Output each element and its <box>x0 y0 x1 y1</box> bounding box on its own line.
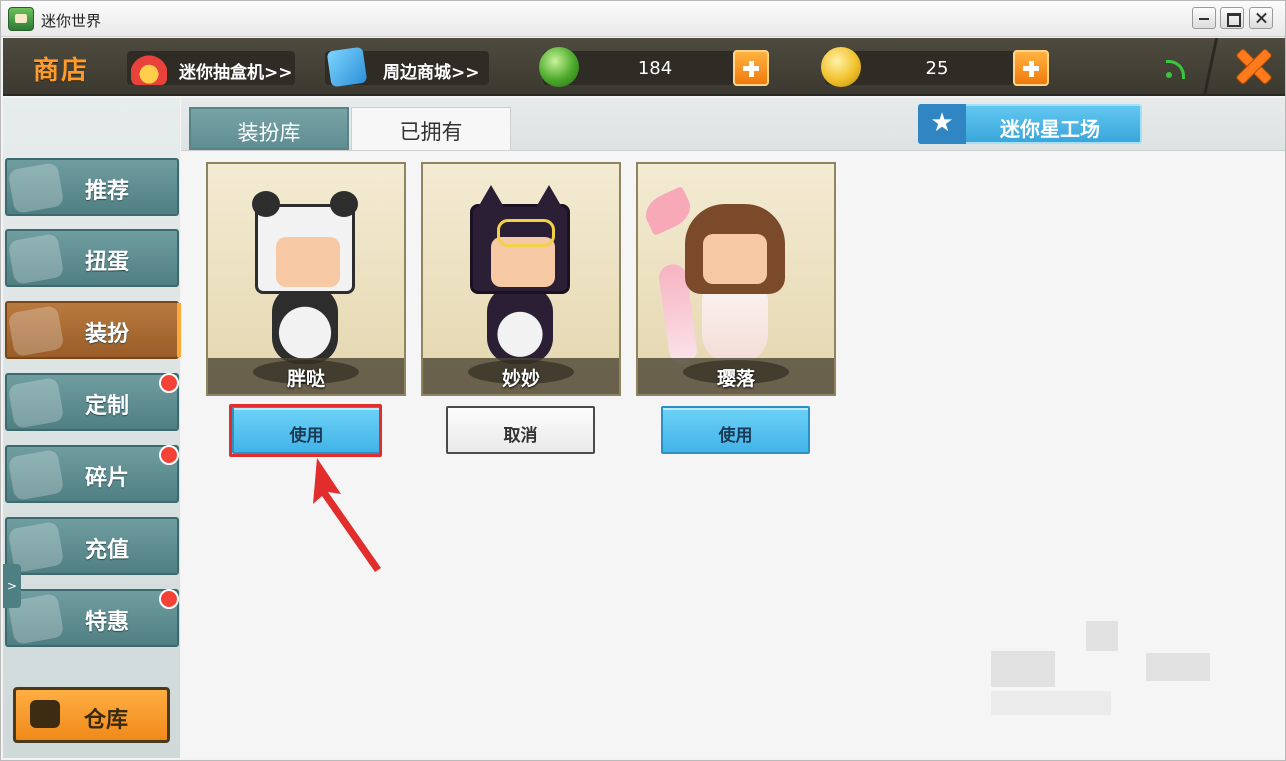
skin-name: 璎落 <box>716 368 755 390</box>
title-bar: 迷你世界 <box>1 1 1285 37</box>
mosaic-watermark <box>1086 621 1118 651</box>
gem-balance: 184 <box>539 47 769 87</box>
app-logo-icon <box>8 7 34 31</box>
notification-badge <box>159 445 179 465</box>
skin-name: 胖哒 <box>286 368 325 390</box>
gacha-machine-link[interactable]: 迷你抽盒机>> <box>127 49 295 85</box>
skin-name-band: 妙妙 <box>423 358 619 394</box>
shopping-bag-icon <box>326 46 368 88</box>
notification-badge <box>159 373 179 393</box>
sidebar: 推荐 扭蛋 装扮 定制 碎片 充值 特惠 <box>3 98 181 758</box>
sidebar-item-label: 特惠 <box>85 610 130 635</box>
mini-star-studio-button[interactable]: ★ 迷你星工场 <box>918 104 1142 144</box>
sidebar-item-label: 装扮 <box>85 322 130 347</box>
warehouse-label: 仓库 <box>84 708 129 733</box>
sidebar-item-recommend[interactable]: 推荐 <box>5 158 179 216</box>
sidebar-item-special-offer[interactable]: 特惠 <box>5 589 179 647</box>
gem-count: 184 <box>637 58 673 79</box>
gacha-machine-label: 迷你抽盒机>> <box>179 63 293 83</box>
use-skin-button[interactable]: 使用 <box>661 406 810 454</box>
cancel-skin-button[interactable]: 取消 <box>446 406 595 454</box>
add-gems-button[interactable] <box>733 50 769 86</box>
sidebar-item-label: 定制 <box>85 394 130 419</box>
shirt-icon <box>7 304 65 358</box>
mosaic-watermark <box>1146 653 1210 681</box>
merch-mall-link[interactable]: 周边商城>> <box>325 46 489 88</box>
header-divider <box>1202 38 1219 96</box>
skin-card-girl[interactable]: 璎落 <box>636 162 836 396</box>
skin-card-panda[interactable]: 胖哒 <box>206 162 406 396</box>
pencil-icon <box>7 376 65 430</box>
skin-name: 妙妙 <box>501 368 540 390</box>
sidebar-item-fragments[interactable]: 碎片 <box>5 445 179 503</box>
sidebar-item-label: 扭蛋 <box>85 250 130 275</box>
shop-header: 商店 迷你抽盒机>> 周边商城>> 184 25 <box>3 38 1285 96</box>
sidebar-item-custom[interactable]: 定制 <box>5 373 179 431</box>
warehouse-button[interactable]: 仓库 <box>13 687 170 743</box>
coin-currency-icon <box>821 47 861 87</box>
gem-currency-icon <box>539 47 579 87</box>
gacha-machine-icon <box>131 49 167 85</box>
capsule-icon <box>7 232 65 286</box>
notification-badge <box>159 589 179 609</box>
sidebar-item-label: 推荐 <box>85 179 130 204</box>
sidebar-item-label: 充值 <box>85 538 130 563</box>
highlight-annotation-box <box>229 404 382 457</box>
coin-balance: 25 <box>821 47 1049 87</box>
sidebar-item-label: 碎片 <box>85 466 130 491</box>
coin-count: 25 <box>925 58 949 79</box>
window-title: 迷你世界 <box>41 12 102 30</box>
app-window: 迷你世界 商店 迷你抽盒机>> 周边商城>> 184 25 推荐 扭蛋 装扮 定… <box>0 0 1286 761</box>
mosaic-watermark <box>991 691 1111 715</box>
network-signal-icon <box>1166 58 1186 79</box>
skin-name-band: 胖哒 <box>208 358 404 394</box>
studio-label: 迷你星工场 <box>1000 117 1100 141</box>
fragment-icon <box>7 448 65 502</box>
skin-name-band: 璎落 <box>638 358 834 394</box>
sidebar-item-recharge[interactable]: 充值 <box>5 517 179 575</box>
window-close-button[interactable] <box>1249 7 1273 29</box>
mosaic-watermark <box>991 651 1055 687</box>
maximize-button[interactable] <box>1220 7 1244 29</box>
red-arrow-annotation <box>313 458 381 572</box>
merch-mall-label: 周边商城>> <box>383 63 480 83</box>
sidebar-item-outfit[interactable]: 装扮 <box>5 301 181 359</box>
skin-card-cat[interactable]: 妙妙 <box>421 162 621 396</box>
minimize-button[interactable] <box>1192 7 1216 29</box>
shop-close-button[interactable] <box>1231 44 1277 90</box>
chest-icon <box>30 700 60 728</box>
tab-owned[interactable]: 已拥有 <box>351 107 511 150</box>
sidebar-expand-handle[interactable]: > <box>3 564 21 608</box>
sidebar-item-gacha[interactable]: 扭蛋 <box>5 229 179 287</box>
tab-outfit-library[interactable]: 装扮库 <box>189 107 349 150</box>
thumbs-up-icon <box>7 161 65 215</box>
shop-title: 商店 <box>33 56 90 86</box>
add-coins-button[interactable] <box>1013 50 1049 86</box>
star-icon: ★ <box>918 104 966 144</box>
